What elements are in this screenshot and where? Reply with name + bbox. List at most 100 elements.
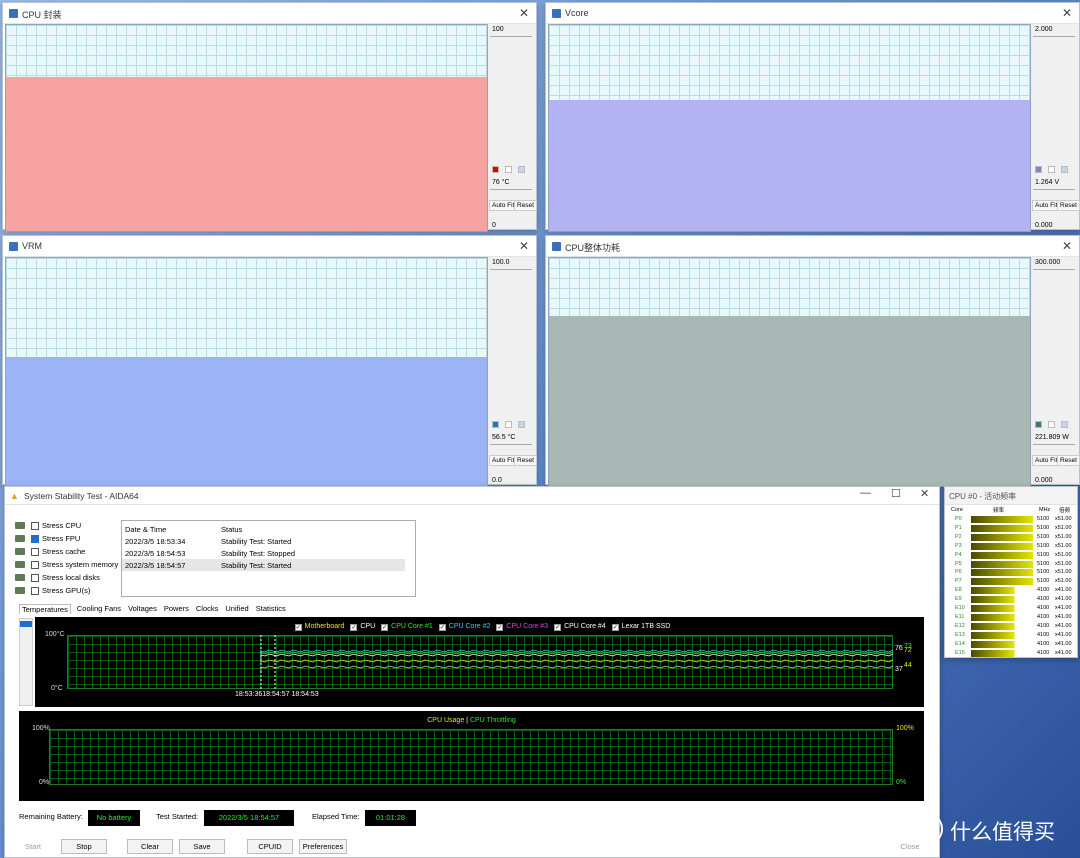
save-button[interactable]: Save bbox=[179, 839, 225, 854]
freq-row: P4 5100 x51.00 bbox=[949, 551, 1075, 560]
stress-checkbox[interactable] bbox=[31, 547, 39, 556]
freq-bar bbox=[971, 631, 1033, 639]
core-mhz: 4100 bbox=[1037, 649, 1050, 656]
scale-top: 100.0 bbox=[492, 259, 510, 266]
close-icon[interactable]: ✕ bbox=[1062, 6, 1072, 20]
core-mhz: 5100 bbox=[1037, 560, 1050, 567]
stress-checkbox[interactable] bbox=[31, 560, 39, 569]
core-mhz: 5100 bbox=[1037, 578, 1050, 585]
temp-val-37: 37 bbox=[895, 666, 903, 673]
freq-bar bbox=[971, 622, 1033, 630]
swatch-empty[interactable] bbox=[505, 421, 512, 428]
event-log[interactable]: Date & Time Status 2022/3/5 18:53:34 Stab… bbox=[121, 520, 416, 597]
tab-cooling-fans[interactable]: Cooling Fans bbox=[76, 604, 122, 614]
stress-checkbox[interactable] bbox=[31, 586, 39, 595]
tab-voltages[interactable]: Voltages bbox=[127, 604, 158, 614]
minimize-icon[interactable]: — bbox=[860, 487, 871, 499]
cpu-frequency-panel: CPU #0 - 活动频率 Core 频率 MHz 倍频 P0 5100 x51.0… bbox=[944, 486, 1078, 658]
usage-legend: CPU Usage | CPU Throttling bbox=[19, 717, 924, 724]
stress-option[interactable]: Stress cache bbox=[15, 547, 85, 556]
stop-button[interactable]: Stop bbox=[61, 839, 107, 854]
log-row[interactable]: 2022/3/5 18:54:57 Stability Test: Started bbox=[122, 559, 405, 571]
series-color-swatch[interactable] bbox=[1035, 166, 1042, 173]
reset-button[interactable]: Reset bbox=[514, 455, 537, 466]
scale-divider bbox=[1033, 36, 1075, 37]
stress-label: Stress FPU bbox=[42, 534, 81, 543]
freq-header: Core 频率 MHz 倍频 bbox=[949, 506, 1075, 515]
swatch-bg[interactable] bbox=[518, 421, 525, 428]
tab-powers[interactable]: Powers bbox=[163, 604, 190, 614]
swatch-bg[interactable] bbox=[1061, 421, 1068, 428]
swatch-empty[interactable] bbox=[1048, 166, 1055, 173]
swatch-empty[interactable] bbox=[1048, 421, 1055, 428]
current-reading: 56.5 °C bbox=[492, 434, 516, 441]
temp-axis-bottom: 0°C bbox=[51, 685, 63, 692]
stress-option[interactable]: Stress GPU(s) bbox=[15, 586, 90, 595]
close-icon[interactable]: ✕ bbox=[519, 6, 529, 20]
close-icon[interactable]: ✕ bbox=[920, 487, 929, 500]
log-header: Date & Time Status bbox=[122, 523, 405, 535]
stress-option[interactable]: Stress local disks bbox=[15, 573, 100, 582]
scale-bottom: 0.000 bbox=[1035, 477, 1053, 484]
core-multiplier: x41.00 bbox=[1055, 649, 1072, 656]
current-reading: 76 °C bbox=[492, 179, 510, 186]
tab-clocks[interactable]: Clocks bbox=[195, 604, 220, 614]
core-multiplier: x41.00 bbox=[1055, 631, 1072, 638]
log-status: Stability Test: Started bbox=[221, 537, 292, 546]
stress-checkbox[interactable] bbox=[31, 534, 39, 543]
reading-divider bbox=[490, 189, 532, 190]
legend-separator: | bbox=[466, 717, 468, 724]
stress-checkbox[interactable] bbox=[31, 573, 39, 582]
monitor-title-bar: VRM ✕ bbox=[3, 236, 536, 257]
scroll-indicator[interactable] bbox=[19, 618, 33, 706]
freq-bar bbox=[971, 542, 1033, 550]
freq-bar bbox=[971, 649, 1033, 657]
close-icon[interactable]: ✕ bbox=[519, 239, 529, 253]
device-icon bbox=[15, 535, 25, 542]
device-icon bbox=[15, 587, 25, 594]
series-color-swatch[interactable] bbox=[1035, 421, 1042, 428]
series-color-swatch[interactable] bbox=[492, 166, 499, 173]
log-row[interactable]: 2022/3/5 18:54:53 Stability Test: Stopped bbox=[122, 547, 405, 559]
freq-row: P7 5100 x51.00 bbox=[949, 577, 1075, 586]
flame-icon: ▲ bbox=[10, 491, 19, 501]
close-icon[interactable]: ✕ bbox=[1062, 239, 1072, 253]
maximize-icon[interactable]: ☐ bbox=[891, 487, 901, 500]
freq-row: E12 4100 x41.00 bbox=[949, 622, 1075, 631]
freq-row: E11 4100 x41.00 bbox=[949, 613, 1075, 622]
core-name: E11 bbox=[955, 613, 965, 620]
reading-divider bbox=[1033, 189, 1075, 190]
series-color-swatch[interactable] bbox=[492, 421, 499, 428]
tab-unified[interactable]: Unified bbox=[224, 604, 249, 614]
scale-bottom: 0.000 bbox=[1035, 222, 1053, 229]
clear-button[interactable]: Clear bbox=[127, 839, 173, 854]
reset-button[interactable]: Reset bbox=[1057, 200, 1080, 211]
stress-option[interactable]: Stress system memory bbox=[15, 560, 118, 569]
stress-option[interactable]: Stress FPU bbox=[15, 534, 81, 543]
tab-temperatures[interactable]: Temperatures bbox=[19, 604, 71, 614]
swatch-bg[interactable] bbox=[518, 166, 525, 173]
freq-bar bbox=[971, 524, 1033, 532]
swatch-bg[interactable] bbox=[1061, 166, 1068, 173]
reading-divider bbox=[490, 444, 532, 445]
log-date: 2022/3/5 18:53:34 bbox=[125, 537, 186, 546]
device-icon bbox=[15, 548, 25, 555]
cpuid-button[interactable]: CPUID bbox=[247, 839, 293, 854]
stress-checkbox[interactable] bbox=[31, 521, 39, 530]
tab-statistics[interactable]: Statistics bbox=[255, 604, 287, 614]
core-name: E10 bbox=[955, 605, 965, 611]
watermark-logo: 什么值得买 bbox=[910, 810, 1075, 850]
freq-bar bbox=[971, 605, 1033, 612]
freq-bar bbox=[971, 516, 1033, 523]
reset-button[interactable]: Reset bbox=[514, 200, 537, 211]
preferences-button[interactable]: Preferences bbox=[299, 839, 347, 854]
freq-row: E15 4100 x41.00 bbox=[949, 649, 1075, 658]
swatch-empty[interactable] bbox=[505, 166, 512, 173]
core-mhz: 4100 bbox=[1037, 613, 1050, 620]
start-button[interactable]: Start bbox=[11, 839, 55, 854]
reset-button[interactable]: Reset bbox=[1057, 455, 1080, 466]
monitor-side-panel: 100.0 56.5 °C Auto Fit Reset 0.0 bbox=[488, 257, 537, 484]
stress-option[interactable]: Stress CPU bbox=[15, 521, 81, 530]
log-row[interactable]: 2022/3/5 18:53:34 Stability Test: Started bbox=[122, 535, 405, 547]
core-mhz: 5100 bbox=[1037, 569, 1050, 576]
